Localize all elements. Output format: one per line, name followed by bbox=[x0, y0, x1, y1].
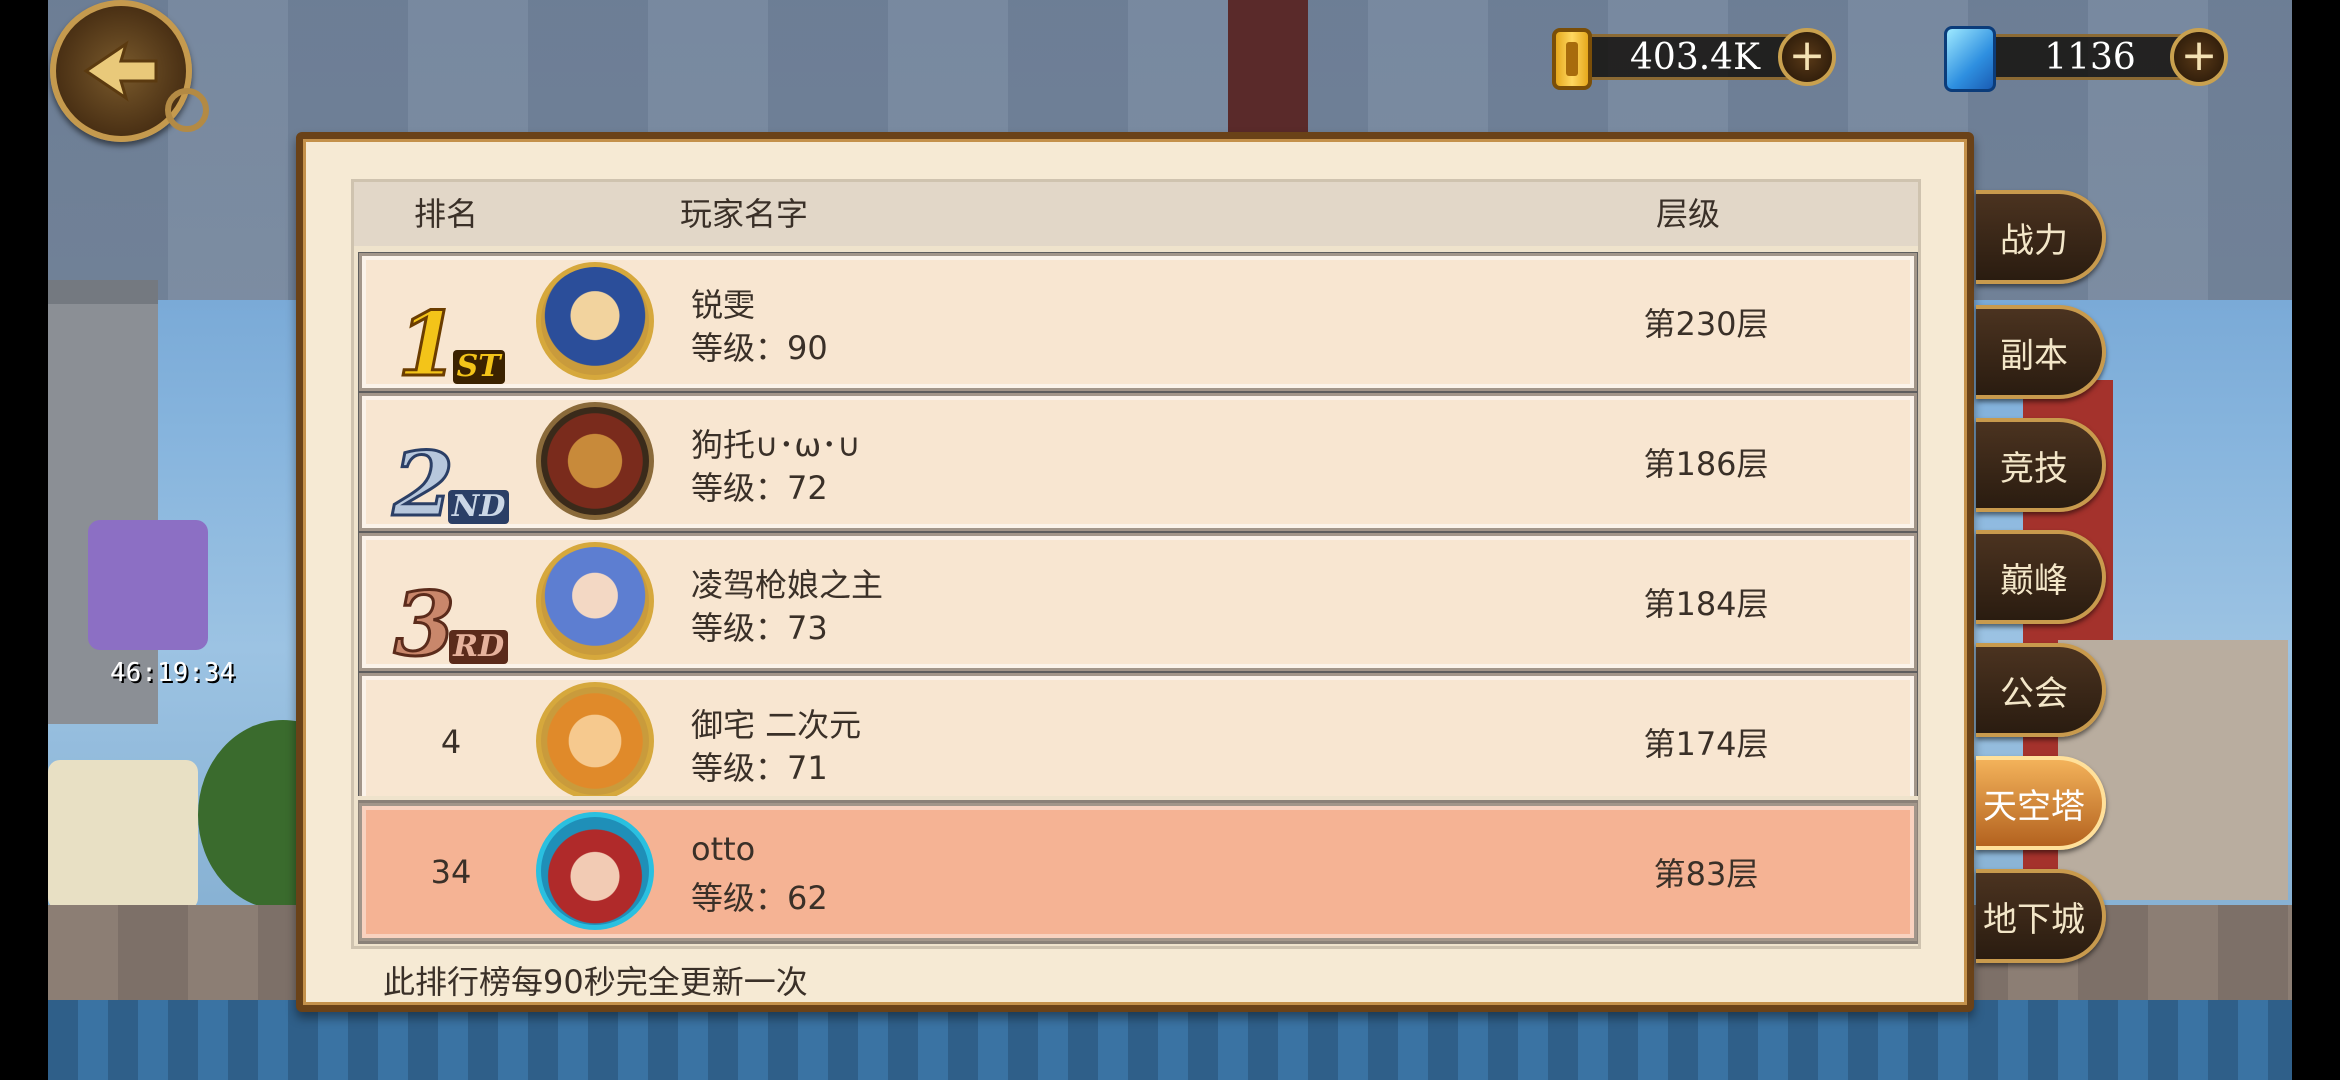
player-name: 御宅 二次元 bbox=[691, 706, 862, 744]
refresh-note: 此排行榜每90秒完全更新一次 bbox=[383, 963, 808, 1001]
add-gems-button[interactable]: + bbox=[2170, 28, 2228, 86]
add-gold-button[interactable]: + bbox=[1778, 28, 1836, 86]
gold-bar-icon bbox=[1552, 28, 1592, 90]
self-rank: 34 bbox=[430, 853, 472, 891]
leaderboard-table: 排名 玩家名字 层级 1 ST 锐雯 等级：90 第230层 2 ND 狗托∪･… bbox=[351, 179, 1921, 949]
tab-underground-city[interactable]: 地下城 bbox=[1976, 869, 2106, 963]
player-floor: 第186层 bbox=[1643, 445, 1769, 483]
player-avatar[interactable] bbox=[536, 262, 654, 380]
rank-medal-1st: 1 ST bbox=[366, 260, 536, 390]
hero-character-purple bbox=[88, 520, 208, 650]
leaderboard-list[interactable]: 1 ST 锐雯 等级：90 第230层 2 ND 狗托∪･ω･∪ 等级：72 第18… bbox=[358, 252, 1918, 796]
hero-timer: 46:19:34 bbox=[110, 658, 236, 688]
player-level: 等级：72 bbox=[691, 469, 828, 507]
self-avatar[interactable] bbox=[536, 812, 654, 930]
player-floor: 第230层 bbox=[1643, 305, 1769, 343]
tab-guild[interactable]: 公会 bbox=[1976, 643, 2106, 737]
self-name: otto bbox=[691, 830, 756, 868]
table-row[interactable]: 4 御宅 二次元 等级：71 第174层 bbox=[359, 673, 1917, 796]
player-avatar[interactable] bbox=[536, 682, 654, 796]
castle-beam bbox=[1228, 0, 1308, 140]
table-header: 排名 玩家名字 层级 bbox=[354, 182, 1918, 246]
table-row[interactable]: 3 RD 凌驾枪娘之主 等级：73 第184层 bbox=[359, 533, 1917, 671]
gem-currency: 1136 + bbox=[1944, 26, 2244, 92]
leaderboard-panel: 排名 玩家名字 层级 1 ST 锐雯 等级：90 第230层 2 ND 狗托∪･… bbox=[296, 132, 1974, 1012]
player-avatar[interactable] bbox=[536, 542, 654, 660]
rank-medal-3rd: 3 RD bbox=[366, 540, 536, 670]
screen-edge-right bbox=[2292, 0, 2340, 1080]
player-name: 狗托∪･ω･∪ bbox=[691, 426, 861, 464]
tab-power[interactable]: 战力 bbox=[1976, 190, 2106, 284]
header-floor: 层级 bbox=[1656, 195, 1721, 233]
gem-value: 1136 bbox=[2044, 37, 2136, 78]
player-name: 锐雯 bbox=[691, 286, 756, 324]
player-floor: 第174层 bbox=[1643, 725, 1769, 763]
header-rank: 排名 bbox=[414, 195, 479, 233]
back-arrow-icon bbox=[83, 40, 158, 102]
rank-medal-2nd: 2 ND bbox=[366, 400, 536, 530]
player-name: 凌驾枪娘之主 bbox=[691, 566, 884, 604]
self-level: 等级：62 bbox=[691, 879, 828, 917]
hero-character-white bbox=[48, 760, 198, 910]
player-floor: 第184层 bbox=[1643, 585, 1769, 623]
player-level: 等级：73 bbox=[691, 609, 828, 647]
player-level: 等级：71 bbox=[691, 749, 828, 787]
table-row[interactable]: 2 ND 狗托∪･ω･∪ 等级：72 第186层 bbox=[359, 393, 1917, 531]
header-player: 玩家名字 bbox=[680, 195, 809, 233]
water bbox=[48, 1000, 2292, 1080]
tab-dungeon[interactable]: 副本 bbox=[1976, 305, 2106, 399]
gold-value: 403.4K bbox=[1630, 37, 1760, 78]
self-row-frame: 34 otto 等级：62 第83层 bbox=[358, 800, 1918, 944]
tab-arena[interactable]: 竞技 bbox=[1976, 418, 2106, 512]
table-row[interactable]: 1 ST 锐雯 等级：90 第230层 bbox=[359, 253, 1917, 391]
screen-edge-left bbox=[0, 0, 48, 1080]
gold-currency: 403.4K + bbox=[1548, 28, 1848, 90]
player-avatar[interactable] bbox=[536, 402, 654, 520]
tab-peak[interactable]: 巅峰 bbox=[1976, 530, 2106, 624]
self-floor: 第83层 bbox=[1653, 855, 1759, 893]
tab-sky-tower[interactable]: 天空塔 bbox=[1976, 756, 2106, 850]
self-row[interactable]: 34 otto 等级：62 第83层 bbox=[359, 803, 1917, 941]
player-level: 等级：90 bbox=[691, 329, 828, 367]
rank-number: 4 bbox=[440, 723, 462, 761]
back-button-ring bbox=[165, 88, 209, 132]
blue-gem-icon bbox=[1944, 26, 1996, 92]
